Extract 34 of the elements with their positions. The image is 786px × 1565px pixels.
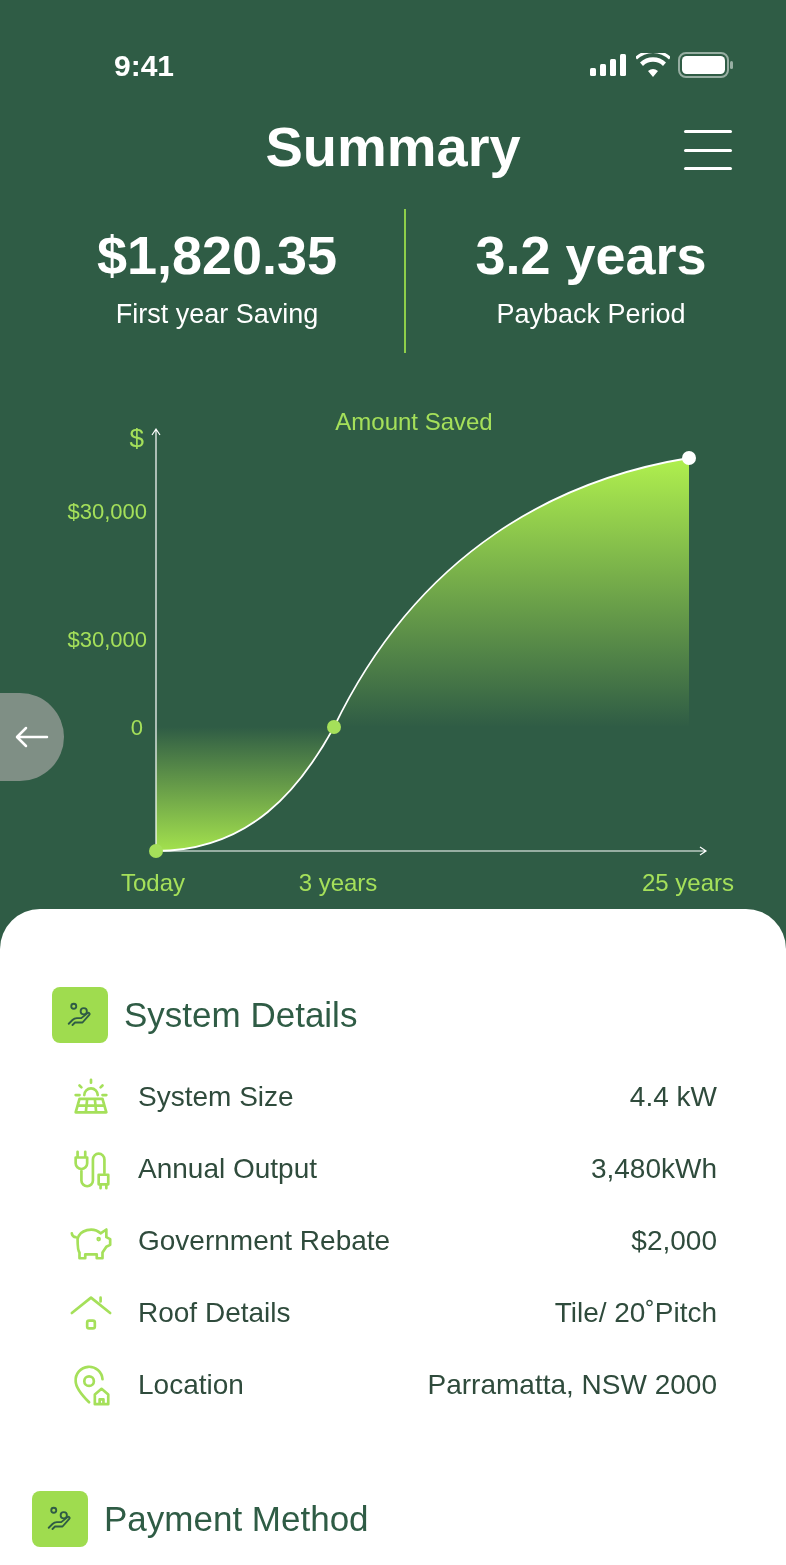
detail-label: Location bbox=[138, 1368, 244, 1402]
page-title: Summary bbox=[265, 114, 521, 181]
data-point bbox=[327, 720, 341, 734]
x-tick-label: 3 years bbox=[298, 869, 378, 896]
y-tick-label: 0 bbox=[130, 715, 143, 740]
stat-value: $1,820.35 bbox=[96, 227, 338, 282]
status-time: 9:41 bbox=[114, 47, 175, 84]
data-point bbox=[149, 844, 163, 858]
detail-value: Tile/ 20˚Pitch bbox=[554, 1296, 717, 1330]
detail-value: 4.4 kW bbox=[629, 1080, 717, 1114]
data-point bbox=[682, 451, 696, 465]
detail-value: 3,480kWh bbox=[590, 1152, 717, 1186]
y-tick-label: $30,000 bbox=[67, 499, 147, 524]
detail-label: Government Rebate bbox=[138, 1224, 391, 1258]
detail-value: Parramatta, NSW 2000 bbox=[427, 1368, 717, 1402]
section-title: System Details bbox=[124, 993, 358, 1036]
signal-icon bbox=[590, 54, 628, 76]
back-button[interactable] bbox=[0, 693, 64, 781]
detail-label: System Size bbox=[138, 1080, 294, 1114]
chart-title: Amount Saved bbox=[335, 408, 493, 435]
y-axis-label: $ bbox=[129, 423, 144, 453]
back-arrow-icon bbox=[15, 726, 49, 748]
detail-label: Roof Details bbox=[138, 1296, 291, 1330]
y-tick-label: $30,000 bbox=[67, 627, 147, 652]
stat-label: First year Saving bbox=[115, 297, 319, 331]
menu-button[interactable] bbox=[684, 130, 732, 170]
x-tick-label: Today bbox=[121, 869, 185, 896]
section-title: Payment Method bbox=[104, 1497, 369, 1540]
detail-label: Annual Output bbox=[138, 1152, 318, 1186]
battery-icon bbox=[678, 52, 734, 78]
detail-value: $2,000 bbox=[631, 1224, 717, 1258]
stat-label: Payback Period bbox=[496, 297, 686, 331]
x-tick-label: 25 years bbox=[641, 869, 734, 896]
wifi-icon bbox=[636, 53, 670, 77]
